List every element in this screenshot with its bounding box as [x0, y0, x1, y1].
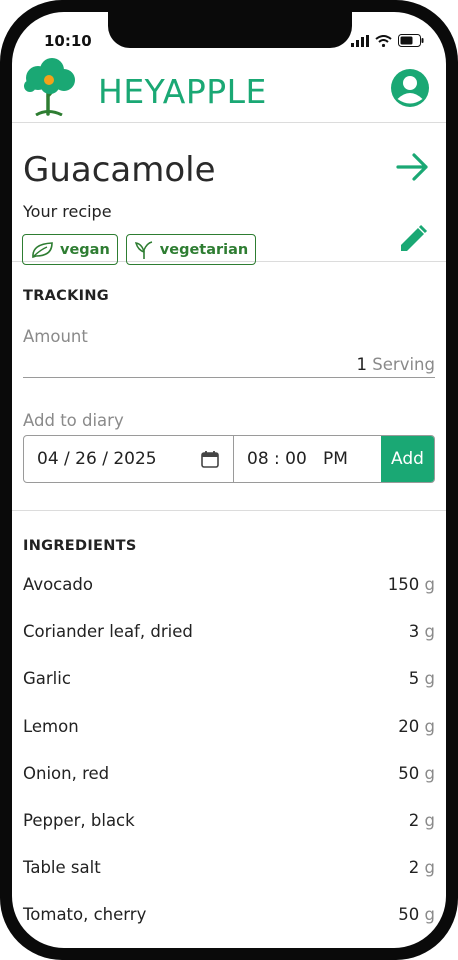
- ingredient-name: Avocado: [23, 575, 93, 594]
- ingredient-unit: g: [424, 669, 435, 689]
- brand-light: APPLE: [162, 72, 267, 111]
- ingredient-amount: 2 g: [409, 811, 435, 830]
- ingredients-title: INGREDIENTS: [23, 538, 137, 554]
- time-input[interactable]: 08 : 00 PM: [234, 436, 381, 482]
- diary-label: Add to diary: [23, 411, 124, 430]
- ingredient-qty: 50: [398, 905, 420, 925]
- ingredient-unit: g: [424, 858, 435, 878]
- ingredient-name: Garlic: [23, 669, 71, 689]
- ingredient-amount: 2 g: [409, 858, 435, 877]
- calendar-icon[interactable]: [201, 450, 219, 468]
- amount-value: 1: [356, 355, 368, 374]
- ingredient-name: Table salt: [23, 858, 101, 878]
- ingredient-qty: 3: [408, 622, 420, 642]
- amount-label: Amount: [23, 327, 88, 346]
- ingredient-name: Onion, red: [23, 763, 110, 783]
- apple-tree-logo-icon: [24, 58, 75, 116]
- page-title: Guacamole: [23, 150, 216, 190]
- tag-vegetarian-label: vegetarian: [159, 241, 249, 258]
- diet-tags: vegan vegetarian: [22, 234, 257, 265]
- list-item[interactable]: Table salt 2 g: [12, 846, 446, 893]
- ingredient-qty: 50: [398, 763, 420, 783]
- ingredient-amount: 20 g: [398, 717, 435, 736]
- tag-vegan-label: vegan: [60, 241, 110, 258]
- ingredient-qty: 20: [398, 716, 420, 736]
- brand-wordmark: HEYAPPLE: [98, 72, 267, 111]
- arrow-right-icon[interactable]: [396, 152, 430, 182]
- time-value: 08 : 00 PM: [247, 449, 348, 469]
- date-value: 04 / 26 / 2025: [37, 449, 157, 469]
- recipe-subtitle: Your recipe: [23, 202, 112, 221]
- app-screen: 10:10 HEYAPPLE Guacamole Your recipe veg…: [12, 12, 446, 948]
- ingredient-unit: g: [424, 716, 435, 736]
- signal-icon: [351, 34, 369, 47]
- tag-vegan: vegan: [22, 234, 118, 265]
- amount-field[interactable]: 1 Serving: [357, 355, 435, 374]
- sprout-icon: [134, 240, 152, 259]
- ingredient-amount: 50 g: [398, 764, 435, 783]
- ingredient-name: Lemon: [23, 716, 79, 736]
- date-input[interactable]: 04 / 26 / 2025: [24, 436, 234, 482]
- ingredient-name: Coriander leaf, dried: [23, 622, 193, 642]
- ingredient-name: Pepper, black: [23, 810, 135, 830]
- list-item[interactable]: Coriander leaf, dried 3 g: [12, 610, 446, 657]
- ingredient-unit: g: [424, 905, 435, 925]
- leaf-icon: [32, 241, 53, 258]
- ingredient-unit: g: [424, 575, 435, 594]
- brand-bold: HEY: [98, 72, 163, 111]
- phone-frame: 10:10 HEYAPPLE Guacamole Your recipe veg…: [0, 0, 458, 960]
- ingredient-qty: 2: [408, 810, 420, 830]
- tracking-section: TRACKING Amount 1 Serving Add to diary 0…: [12, 262, 446, 511]
- ingredient-qty: 150: [387, 575, 420, 594]
- list-item[interactable]: Tomato, cherry 50 g: [12, 893, 446, 940]
- status-time: 10:10: [44, 32, 92, 50]
- add-button[interactable]: Add: [381, 436, 434, 482]
- list-item[interactable]: Garlic 5 g: [12, 657, 446, 704]
- wifi-icon: [375, 34, 392, 47]
- recipe-header: Guacamole Your recipe vegan vegetarian: [12, 124, 446, 265]
- ingredient-amount: 50 g: [398, 905, 435, 924]
- ingredient-unit: g: [424, 810, 435, 830]
- ingredient-unit: g: [424, 622, 435, 642]
- ingredient-unit: g: [424, 763, 435, 783]
- amount-unit: Serving: [372, 355, 435, 374]
- ingredient-amount: 5 g: [409, 669, 435, 688]
- amount-underline: [23, 377, 435, 378]
- tracking-title: TRACKING: [23, 288, 109, 304]
- ingredient-qty: 5: [408, 669, 420, 689]
- ingredient-list: Avocado 150 g Coriander leaf, dried 3 g Garl…: [12, 563, 446, 941]
- list-item[interactable]: Avocado 150 g: [12, 563, 446, 610]
- device-notch: [108, 12, 352, 48]
- pencil-icon[interactable]: [398, 224, 428, 254]
- ingredient-amount: 3 g: [409, 622, 435, 641]
- list-item[interactable]: Pepper, black 2 g: [12, 799, 446, 846]
- battery-icon: [398, 34, 424, 47]
- list-item[interactable]: Lemon 20 g: [12, 705, 446, 752]
- list-item[interactable]: Onion, red 50 g: [12, 752, 446, 799]
- account-icon[interactable]: [390, 68, 430, 108]
- app-header: HEYAPPLE: [12, 56, 446, 123]
- ingredient-amount: 150 g: [388, 575, 435, 594]
- ingredient-qty: 2: [408, 858, 420, 878]
- tag-vegetarian: vegetarian: [125, 234, 257, 265]
- ingredient-name: Tomato, cherry: [23, 905, 147, 925]
- diary-entry-row: 04 / 26 / 2025 08 : 00 PM Add: [23, 435, 435, 483]
- status-icons: [351, 34, 424, 47]
